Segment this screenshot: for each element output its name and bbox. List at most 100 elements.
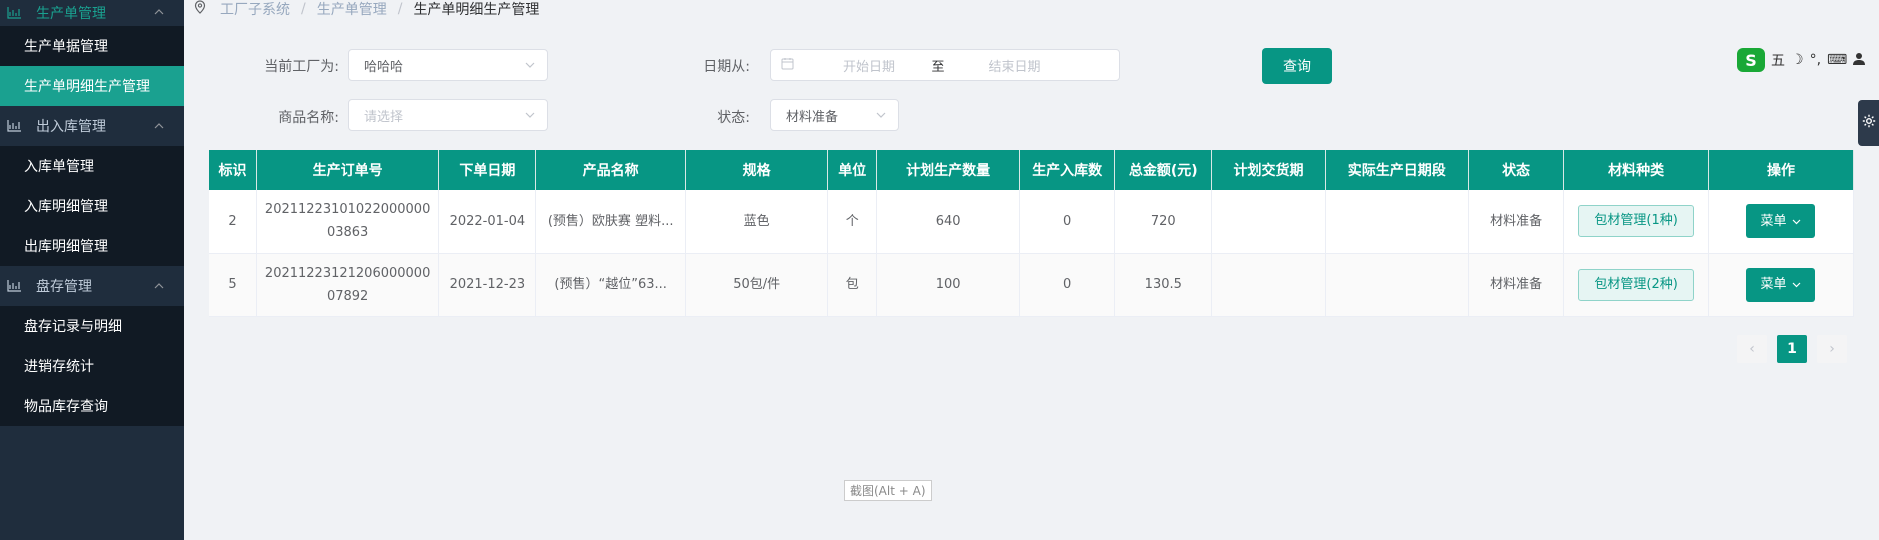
column-header: 计划生产数量	[876, 150, 1021, 190]
punctuation-icon[interactable]: °,	[1810, 52, 1821, 68]
breadcrumb: 工厂子系统 / 生产单管理 / 生产单明细生产管理	[194, 0, 539, 18]
cell-action: 菜单	[1708, 190, 1855, 254]
date-range-picker[interactable]: 开始日期 至 结束日期	[770, 49, 1120, 81]
keyboard-icon[interactable]: ⌨	[1827, 52, 1847, 68]
sidebar-item-production-detail[interactable]: 生产单明细生产管理	[0, 66, 184, 106]
row-menu-button[interactable]: 菜单	[1746, 204, 1816, 239]
cell-product: (预售）“越位”63...	[535, 253, 686, 317]
cell-date: 2022-01-04	[438, 190, 537, 254]
query-button[interactable]: 查询	[1262, 48, 1332, 84]
column-header: 操作	[1708, 150, 1855, 190]
cell-amount: 130.5	[1114, 253, 1213, 317]
settings-side-tab[interactable]	[1858, 100, 1879, 146]
menu-title-inout[interactable]: 出入库管理	[0, 106, 184, 146]
cell-planned-delivery	[1211, 190, 1326, 254]
sidebar-item-stocktake[interactable]: 盘存记录与明细	[0, 306, 184, 346]
gear-icon	[1862, 114, 1876, 132]
ime-mode-label[interactable]: 五	[1771, 50, 1785, 70]
row-menu-button[interactable]: 菜单	[1746, 267, 1816, 302]
ime-toolbar[interactable]: S 五 ☽ °, ⌨	[1737, 46, 1866, 74]
chevron-up-icon	[154, 278, 164, 292]
user-icon[interactable]	[1853, 52, 1866, 69]
table-row[interactable]: 5 20211223121206000000 07892 2021-12-23 …	[209, 253, 1855, 317]
column-header: 状态	[1468, 150, 1565, 190]
page-number-button[interactable]: 1	[1777, 335, 1807, 363]
chart-icon	[6, 6, 22, 20]
sidebar-item-label: 入库明细管理	[24, 199, 108, 215]
pagination: ‹ 1 ›	[1732, 335, 1852, 363]
sidebar-item-outbound-detail[interactable]: 出库明细管理	[0, 226, 184, 266]
table-row[interactable]: 2 20211223101022000000 03863 2022-01-04 …	[209, 190, 1855, 254]
product-name: (预售）“越位”63...	[554, 277, 667, 292]
sidebar: 生产单管理 生产单据管理 生产单明细生产管理 出入库管理 入库单管理 入库明细管…	[0, 0, 184, 540]
cell-actual-period	[1325, 253, 1469, 317]
column-header: 下单日期	[438, 150, 537, 190]
menu-group-inventory: 盘存管理 盘存记录与明细 进销存统计 物品库存查询	[0, 266, 184, 426]
menu-title-label: 出入库管理	[36, 119, 106, 135]
sidebar-item-label: 生产单据管理	[24, 39, 108, 55]
menu-title-label: 盘存管理	[36, 279, 92, 295]
material-tag-button[interactable]: 包材管理(1种)	[1578, 205, 1694, 238]
product-name: (预售）欧肤赛 塑料...	[547, 213, 674, 229]
sidebar-item-inventory-stats[interactable]: 进销存统计	[0, 346, 184, 386]
chart-icon	[6, 279, 22, 293]
product-select[interactable]: 请选择	[348, 99, 548, 131]
order-no-line: 07892	[326, 288, 369, 304]
prev-page-button[interactable]: ‹	[1737, 335, 1767, 363]
sogou-logo-icon[interactable]: S	[1737, 48, 1765, 72]
column-header: 材料种类	[1563, 150, 1709, 190]
column-header: 规格	[685, 150, 829, 190]
cell-unit: 包	[827, 253, 878, 317]
cell-status: 材料准备	[1468, 253, 1565, 317]
row-menu-label: 菜单	[1760, 213, 1787, 229]
date-label: 日期从:	[703, 59, 750, 75]
material-tag-button[interactable]: 包材管理(2种)	[1578, 268, 1694, 301]
order-no-line: 03863	[326, 225, 369, 241]
menu-title-production[interactable]: 生产单管理	[0, 0, 184, 26]
date-start-input[interactable]: 开始日期	[814, 56, 924, 75]
cell-planned-qty: 640	[876, 190, 1021, 254]
status-select[interactable]: 材料准备	[770, 99, 899, 131]
chevron-down-icon	[525, 109, 535, 119]
next-page-button[interactable]: ›	[1817, 335, 1847, 363]
cell-material: 包材管理(2种)	[1563, 253, 1709, 317]
product-select-placeholder: 请选择	[364, 109, 404, 125]
sidebar-item-label: 进销存统计	[24, 359, 94, 375]
column-header: 产品名称	[535, 150, 686, 190]
menu-title-label: 生产单管理	[36, 6, 106, 22]
sidebar-item-label: 出库明细管理	[24, 239, 108, 255]
column-header: 单位	[827, 150, 878, 190]
breadcrumb-item[interactable]: 生产单管理	[317, 0, 387, 19]
cell-status: 材料准备	[1468, 190, 1565, 254]
calendar-icon	[781, 57, 794, 74]
breadcrumb-item[interactable]: 工厂子系统	[220, 0, 290, 19]
status-label: 状态:	[717, 110, 750, 126]
column-header: 计划交货期	[1211, 150, 1326, 190]
cell-stocked-qty: 0	[1019, 253, 1116, 317]
cell-amount: 720	[1114, 190, 1213, 254]
cell-action: 菜单	[1708, 253, 1855, 317]
factory-select[interactable]: 哈哈哈	[348, 49, 548, 81]
factory-select-value: 哈哈哈	[364, 59, 404, 75]
sidebar-item-inbound-detail[interactable]: 入库明细管理	[0, 186, 184, 226]
cell-actual-period	[1325, 190, 1469, 254]
sidebar-item-label: 生产单明细生产管理	[24, 79, 150, 95]
breadcrumb-separator: /	[301, 1, 306, 17]
sidebar-item-stock-query[interactable]: 物品库存查询	[0, 386, 184, 426]
chevron-down-icon	[525, 59, 535, 69]
menu-title-inventory[interactable]: 盘存管理	[0, 266, 184, 306]
sidebar-item-inbound[interactable]: 入库单管理	[0, 146, 184, 186]
chart-icon	[6, 119, 22, 133]
screenshot-tooltip: 截图(Alt + A)	[844, 480, 932, 501]
cell-spec: 50包/件	[685, 253, 829, 317]
sidebar-item-label: 入库单管理	[24, 159, 94, 175]
cell-stocked-qty: 0	[1019, 190, 1116, 254]
cell-planned-qty: 100	[876, 253, 1021, 317]
cell-unit: 个	[827, 190, 878, 254]
chevron-up-icon	[154, 4, 164, 18]
chevron-down-icon	[1792, 210, 1801, 233]
sidebar-item-production-docs[interactable]: 生产单据管理	[0, 26, 184, 66]
cell-spec: 蓝色	[685, 190, 829, 254]
date-end-input[interactable]: 结束日期	[952, 56, 1077, 75]
moon-icon[interactable]: ☽	[1791, 52, 1804, 68]
